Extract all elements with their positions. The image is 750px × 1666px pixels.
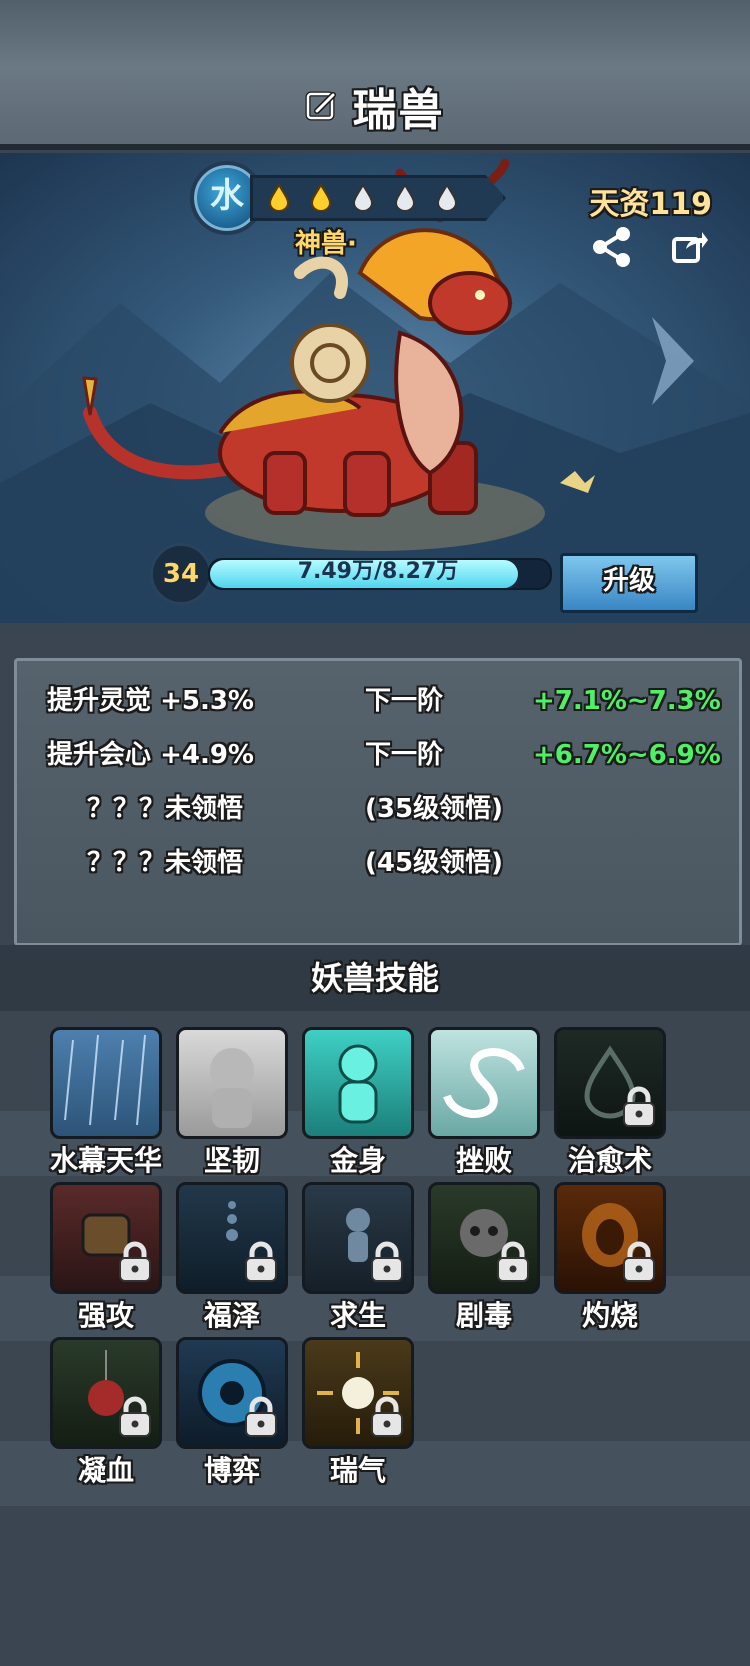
exp-progress-text: 7.49万/8.27万 (297, 559, 459, 584)
skill-icon-frame (50, 1337, 162, 1449)
skill-icon-frame (176, 1337, 288, 1449)
stats-panel: 提升灵觉 +5.3% 下一阶 +7.1%~7.3% 提升会心 +4.9% 下一阶… (14, 658, 742, 946)
skill-icon-frame (176, 1182, 288, 1294)
stat-name-text: 提升灵觉 (47, 686, 152, 716)
stat-name: 提升灵觉 +5.3% (47, 675, 254, 727)
title-wrap: 瑞兽 (0, 74, 750, 138)
skills-title-bar: 妖兽技能 (0, 945, 750, 1011)
skill-slot[interactable]: 坚韧 (176, 1027, 288, 1179)
skill-slot[interactable]: 水幕天华 (50, 1027, 162, 1179)
lock-icon (119, 1241, 151, 1282)
skill-slot[interactable]: 博弈 (176, 1337, 288, 1489)
lock-icon (623, 1241, 655, 1282)
skills-grid: 水幕天华 坚韧 金身 挫败 治愈术强攻 福泽 求生 剧毒灼烧凝血 博弈瑞气 (0, 1011, 750, 1511)
filled-star-drop-icon (268, 183, 290, 211)
skill-name: 瑞气 (329, 1454, 386, 1487)
lock-icon (119, 1396, 151, 1437)
edit-icon[interactable] (305, 89, 339, 123)
stat-value: +5.3% (160, 686, 254, 716)
locked-stat-name: ？？？未领悟 (87, 794, 244, 824)
next-tier-value: +6.7%~6.9% (533, 740, 721, 770)
lock-icon (497, 1241, 529, 1282)
skill-slot[interactable]: 求生 (302, 1182, 414, 1334)
rarity-label: 神兽· (295, 229, 357, 259)
filled-star-drop-icon (310, 183, 332, 211)
pet-display-scene: 水 神兽· 天资119 34 7.49万/8.27万 升级 (0, 153, 750, 623)
next-pet-arrow-icon[interactable] (648, 313, 698, 409)
next-tier-value: +7.1%~7.3% (533, 686, 721, 716)
skill-icon-frame (554, 1182, 666, 1294)
aptitude-label: 天资119 (589, 187, 712, 222)
skill-icon-frame (176, 1027, 288, 1139)
rain-icon (64, 1034, 146, 1126)
unlock-requirement: (45级领悟) (365, 848, 503, 878)
skill-slot[interactable]: 瑞气 (302, 1337, 414, 1489)
stat-value: +4.9% (160, 740, 254, 770)
skill-slot[interactable]: 强攻 (50, 1182, 162, 1334)
lock-icon (245, 1241, 277, 1282)
share-icon[interactable] (590, 225, 634, 269)
stat-row: 提升会心 +4.9% 下一阶 +6.7%~6.9% (17, 729, 739, 781)
empty-star-drop-icon (436, 183, 458, 211)
skill-slot[interactable]: 挫败 (428, 1027, 540, 1179)
skill-slot[interactable]: 凝血 (50, 1337, 162, 1489)
page-title: 瑞兽 (352, 85, 445, 136)
golden-body-icon (338, 1044, 378, 1124)
skill-icon-frame (428, 1027, 540, 1139)
skill-icon-frame (554, 1027, 666, 1139)
forward-share-icon[interactable] (670, 227, 710, 267)
locked-stat-name: ？？？未领悟 (87, 848, 244, 878)
skill-slot[interactable]: 福泽 (176, 1182, 288, 1334)
stat-name: 提升会心 +4.9% (47, 729, 254, 781)
next-tier-label: 下一阶 (365, 740, 444, 770)
skill-icon-frame (50, 1182, 162, 1294)
skill-icon-frame (302, 1182, 414, 1294)
header-bar: 瑞兽 (0, 0, 750, 150)
lock-icon (623, 1086, 655, 1127)
skill-icon-frame (302, 1337, 414, 1449)
empty-star-drop-icon (352, 183, 374, 211)
stat-row-locked: ？？？未领悟 (35级领悟) (17, 783, 739, 835)
monk-icon (210, 1048, 254, 1128)
skill-icon-frame (428, 1182, 540, 1294)
skill-slot[interactable]: 治愈术 (554, 1027, 666, 1179)
lock-icon (245, 1396, 277, 1437)
stat-row: 提升灵觉 +5.3% 下一阶 +7.1%~7.3% (17, 675, 739, 727)
star-rating-bar (250, 175, 506, 221)
whirl-icon (443, 1048, 525, 1118)
upgrade-button[interactable]: 升级 (560, 553, 698, 613)
lock-icon (371, 1396, 403, 1437)
lock-icon (371, 1241, 403, 1282)
skill-name: 灼烧 (581, 1299, 638, 1332)
skill-slot[interactable]: 剧毒 (428, 1182, 540, 1334)
next-tier-label: 下一阶 (365, 686, 444, 716)
unlock-requirement: (35级领悟) (365, 794, 503, 824)
skill-slot[interactable]: 灼烧 (554, 1182, 666, 1334)
stat-name-text: 提升会心 (47, 740, 152, 770)
pet-level: 34 (150, 543, 212, 605)
skill-slot[interactable]: 金身 (302, 1027, 414, 1179)
empty-star-drop-icon (394, 183, 416, 211)
skills-title: 妖兽技能 (310, 959, 439, 997)
skill-name: 治愈术 (567, 1144, 652, 1177)
skill-icon-frame (50, 1027, 162, 1139)
skill-icon-frame (302, 1027, 414, 1139)
stat-row-locked: ？？？未领悟 (45级领悟) (17, 837, 739, 889)
